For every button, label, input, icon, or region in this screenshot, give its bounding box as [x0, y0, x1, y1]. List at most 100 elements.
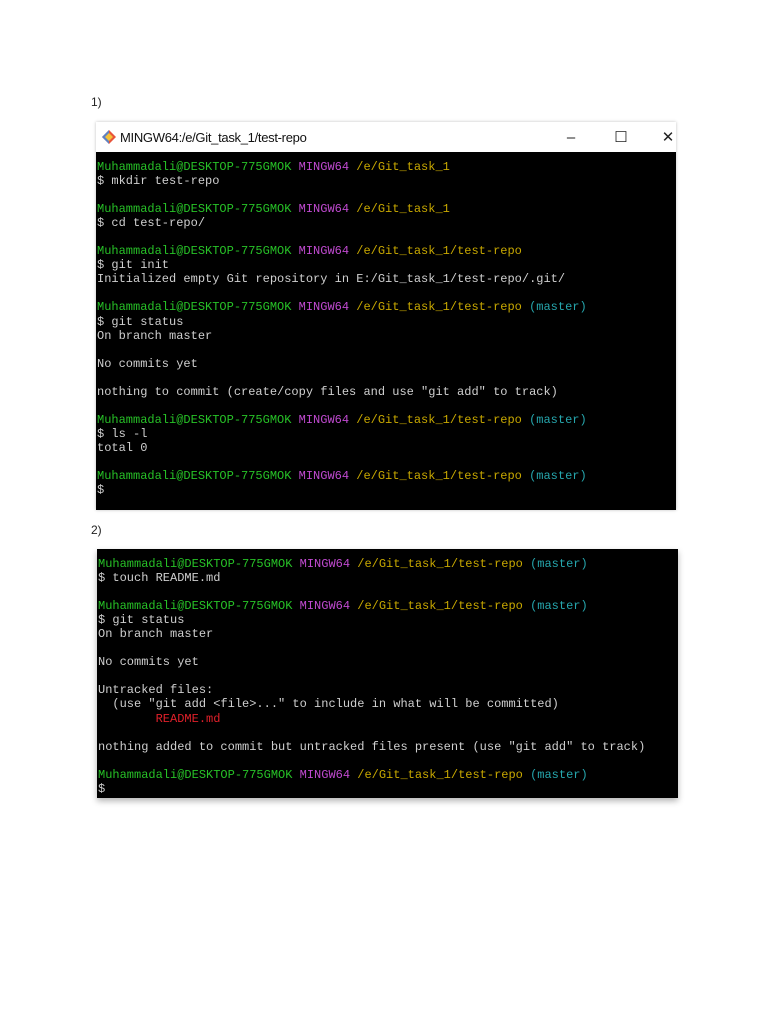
segment-host: MINGW64 — [298, 160, 357, 174]
segment-user: Muhammadali@DESKTOP-775GMOK — [98, 767, 300, 782]
segment-host: MINGW64 — [298, 202, 357, 217]
terminal-line: Untracked files: — [98, 683, 678, 697]
segment-path: /e/Git_task_1/test-repo — [356, 300, 530, 315]
terminal-line: nothing to commit (create/copy files and… — [97, 385, 676, 399]
terminal-line: Muhammadali@DESKTOP-775GMOK MINGW64 /e/G… — [97, 413, 676, 427]
segment-branch: (master) — [529, 412, 587, 427]
segment-branch: (master) — [530, 767, 588, 782]
segment-text: No commits yet — [98, 655, 199, 670]
minimize-button[interactable]: – — [548, 122, 594, 152]
close-button[interactable]: ✕ — [645, 122, 691, 152]
maximize-button[interactable]: ☐ — [598, 122, 644, 152]
segment-user: Muhammadali@DESKTOP-775GMOK — [97, 469, 299, 484]
terminal-line: total 0 — [97, 441, 676, 455]
segment-path: /e/Git_task_1/test-repo — [356, 412, 530, 427]
segment-host: MINGW64 — [298, 412, 357, 427]
window-title: MINGW64:/e/Git_task_1/test-repo — [120, 129, 307, 145]
section-1-label: 1) — [91, 95, 102, 109]
segment-path: /e/Git_task_1 — [356, 160, 450, 174]
terminal-line: $ git status — [98, 613, 678, 627]
terminal-line: $ ls -l — [97, 427, 676, 441]
segment-text: $ git status — [98, 613, 185, 628]
terminal-line: Muhammadali@DESKTOP-775GMOK MINGW64 /e/G… — [98, 768, 678, 782]
segment-host: MINGW64 — [299, 557, 358, 571]
segment-text: On branch master — [97, 328, 213, 343]
terminal-line: $ git init — [97, 258, 676, 272]
segment-path: /e/Git_task_1/test-repo — [357, 599, 531, 614]
segment-text: $ git status — [97, 314, 184, 329]
terminal-line: $ — [97, 483, 676, 497]
segment-text: $ cd test-repo/ — [97, 216, 206, 231]
terminal-line: Muhammadali@DESKTOP-775GMOK MINGW64 /e/G… — [97, 160, 676, 174]
terminal-line: No commits yet — [98, 655, 678, 669]
terminal-line: nothing added to commit but untracked fi… — [98, 740, 678, 754]
terminal-line: On branch master — [97, 329, 676, 343]
segment-red: README.md — [155, 711, 221, 726]
segment-text: $ touch README.md — [98, 571, 221, 586]
terminal-line: $ git status — [97, 315, 676, 329]
segment-text: nothing to commit (create/copy files and… — [97, 384, 558, 399]
segment-text: nothing added to commit but untracked fi… — [98, 739, 646, 754]
segment-branch: (master) — [530, 557, 588, 571]
terminal-line: Muhammadali@DESKTOP-775GMOK MINGW64 /e/G… — [97, 244, 676, 258]
segment-text: total 0 — [97, 440, 148, 455]
terminal-line: $ touch README.md — [98, 571, 678, 585]
segment-text: $ mkdir test-repo — [97, 174, 220, 189]
terminal-line: $ — [98, 782, 678, 796]
segment-path: /e/Git_task_1/test-repo — [357, 557, 531, 571]
segment-text: $ git init — [97, 258, 170, 273]
terminal-line: (use "git add <file>..." to include in w… — [98, 697, 678, 711]
segment-user: Muhammadali@DESKTOP-775GMOK — [97, 300, 299, 315]
section-2-label: 2) — [91, 523, 102, 537]
segment-branch: (master) — [529, 469, 587, 484]
segment-user: Muhammadali@DESKTOP-775GMOK — [98, 599, 300, 614]
segment-host: MINGW64 — [299, 767, 358, 782]
terminal-line: README.md — [98, 712, 678, 726]
terminal-line: On branch master — [98, 627, 678, 641]
segment-text: Untracked files: — [98, 683, 214, 698]
segment-text: $ — [97, 483, 105, 498]
terminal-output-1[interactable]: Muhammadali@DESKTOP-775GMOK MINGW64 /e/G… — [96, 152, 676, 510]
segment-text: No commits yet — [97, 356, 198, 371]
segment-text: (use "git add <file>..." to include in w… — [98, 697, 559, 712]
segment-path: /e/Git_task_1 — [356, 202, 450, 217]
segment-branch: (master) — [529, 300, 587, 315]
segment-user: Muhammadali@DESKTOP-775GMOK — [98, 557, 300, 571]
terminal-line: $ cd test-repo/ — [97, 216, 676, 230]
segment-user: Muhammadali@DESKTOP-775GMOK — [97, 244, 299, 259]
terminal-line: No commits yet — [97, 357, 676, 371]
title-bar: MINGW64:/e/Git_task_1/test-repo – ☐ ✕ — [96, 122, 676, 152]
segment-user: Muhammadali@DESKTOP-775GMOK — [97, 202, 299, 217]
segment-branch: (master) — [530, 599, 588, 614]
segment-host: MINGW64 — [299, 599, 358, 614]
segment-text: On branch master — [98, 627, 214, 642]
segment-text: Initialized empty Git repository in E:/G… — [97, 272, 566, 287]
terminal-line: Muhammadali@DESKTOP-775GMOK MINGW64 /e/G… — [97, 300, 676, 314]
terminal-line: Muhammadali@DESKTOP-775GMOK MINGW64 /e/G… — [98, 599, 678, 613]
segment-user: Muhammadali@DESKTOP-775GMOK — [97, 412, 299, 427]
terminal-output-2[interactable]: Muhammadali@DESKTOP-775GMOK MINGW64 /e/G… — [97, 549, 678, 798]
segment-text — [98, 712, 156, 726]
segment-text: $ ls -l — [97, 426, 148, 441]
terminal-line: Initialized empty Git repository in E:/G… — [97, 272, 676, 286]
segment-host: MINGW64 — [298, 469, 357, 484]
terminal-line: Muhammadali@DESKTOP-775GMOK MINGW64 /e/G… — [97, 202, 676, 216]
segment-path: /e/Git_task_1/test-repo — [356, 469, 530, 484]
git-bash-icon — [102, 130, 116, 144]
segment-host: MINGW64 — [298, 300, 357, 315]
segment-host: MINGW64 — [298, 244, 357, 259]
terminal-line: $ mkdir test-repo — [97, 174, 676, 188]
segment-path: /e/Git_task_1/test-repo — [357, 767, 531, 782]
segment-user: Muhammadali@DESKTOP-775GMOK — [97, 160, 299, 174]
segment-text: $ — [98, 781, 106, 796]
